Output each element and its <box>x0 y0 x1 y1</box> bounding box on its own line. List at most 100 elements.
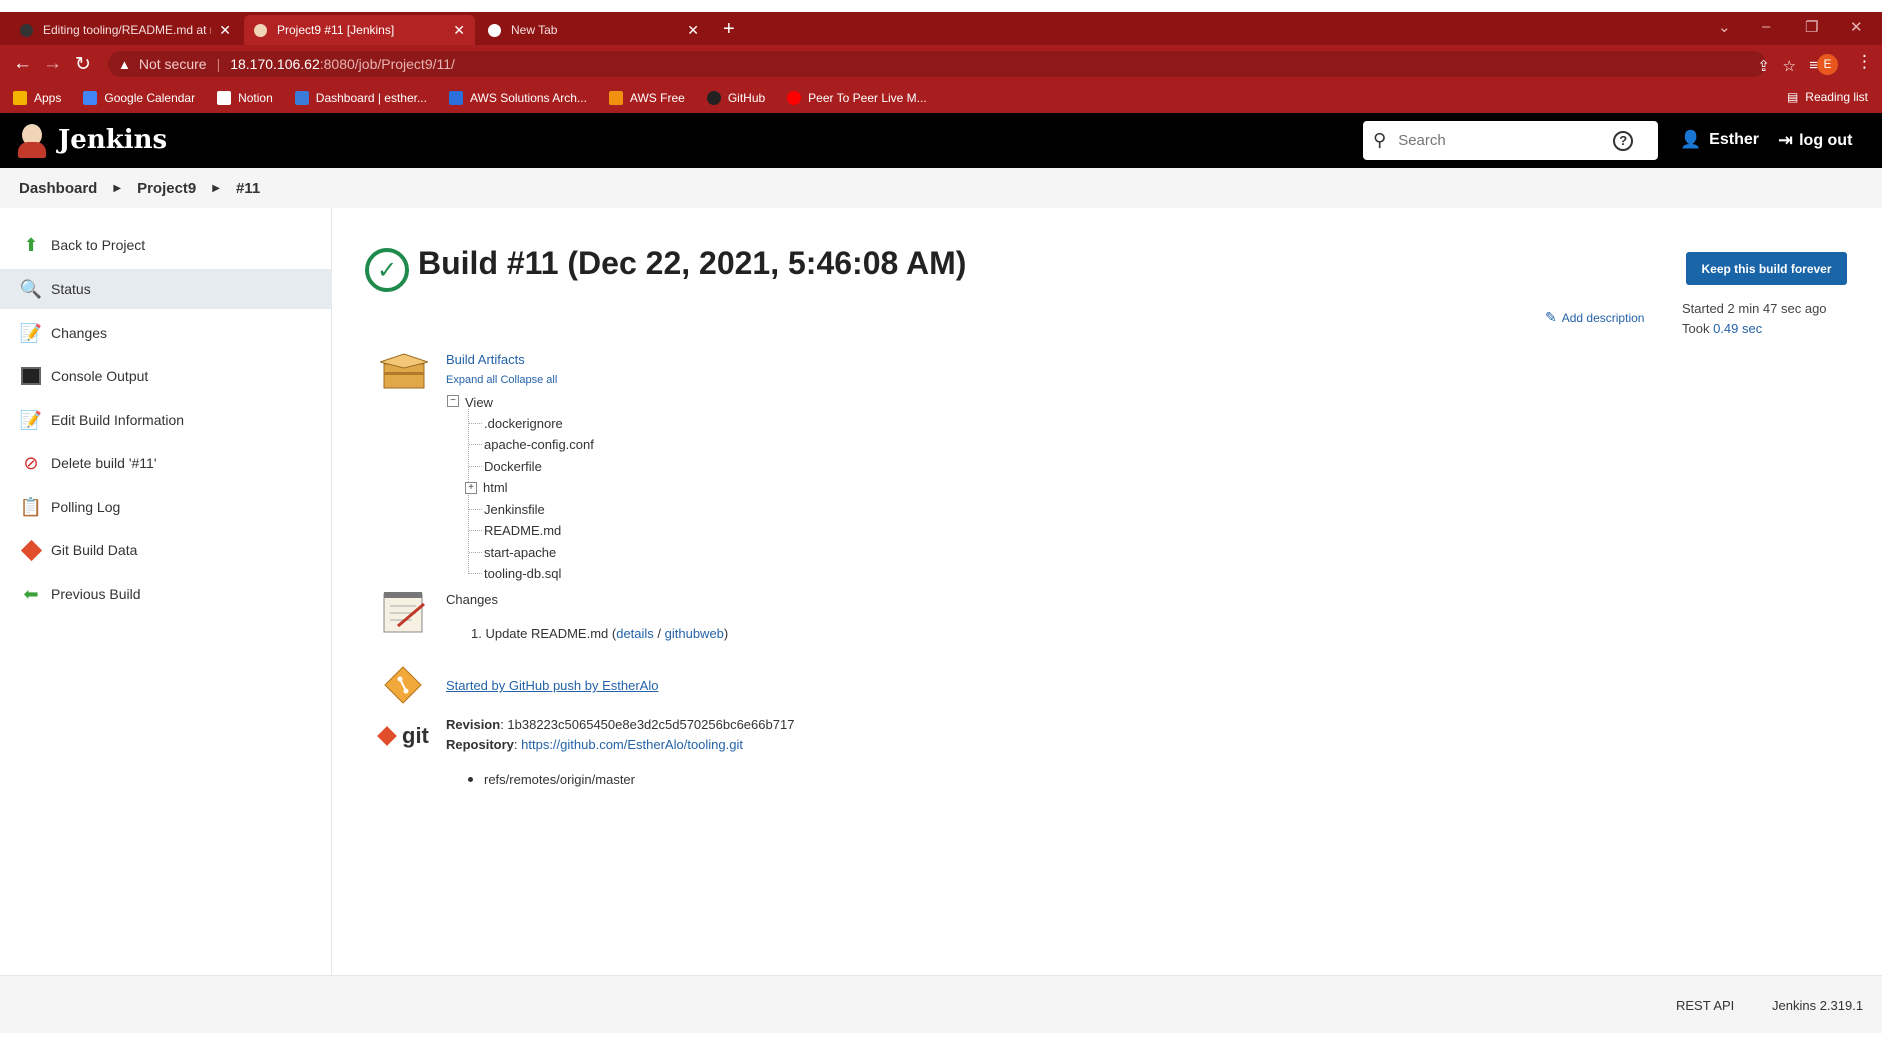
tab-title: Project9 #11 [Jenkins] <box>277 23 395 37</box>
search-box: ⚲ ? <box>1363 121 1658 160</box>
keep-build-forever-button[interactable]: Keep this build forever <box>1686 252 1847 285</box>
tab-title: New Tab <box>511 23 558 37</box>
githubweb-link[interactable]: githubweb <box>665 626 724 641</box>
url-path: :8080/job/Project9/11/ <box>319 56 455 72</box>
tree-root-view[interactable]: View <box>465 395 493 410</box>
profile-avatar[interactable]: E <box>1817 54 1838 75</box>
bookmark-dashboard[interactable]: Dashboard | esther... <box>294 91 427 105</box>
pencil-icon: ✎ <box>1545 309 1557 325</box>
close-icon[interactable]: ✕ <box>687 22 699 39</box>
bookmark-label: Google Calendar <box>104 91 196 105</box>
bookmark-label: Dashboard | esther... <box>315 91 427 105</box>
user-icon: 👤 <box>1680 130 1702 149</box>
close-icon[interactable]: ✕ <box>453 22 465 39</box>
artifact-folder[interactable]: html <box>483 480 508 495</box>
artifact-file[interactable]: tooling-db.sql <box>469 566 561 581</box>
close-icon[interactable]: ✕ <box>219 22 231 39</box>
left-arrow-icon: ⬅ <box>23 583 39 604</box>
sidebar-item-changes[interactable]: 📝 Changes <box>0 313 332 353</box>
logout-icon: ⇥ <box>1778 130 1794 150</box>
share-icon[interactable]: ⇪ <box>1757 57 1770 75</box>
artifact-file[interactable]: Dockerfile <box>469 459 542 474</box>
started-by-link[interactable]: Started by GitHub push by EstherAlo <box>446 678 658 693</box>
took-prefix: Took <box>1682 321 1714 336</box>
breadcrumb: Dashboard ▶ Project9 ▶ #11 <box>0 168 1882 208</box>
terminal-icon <box>20 365 42 387</box>
aws-cube-icon <box>608 91 623 105</box>
tab-search-icon[interactable]: ⌄ <box>1718 18 1731 36</box>
details-link[interactable]: details <box>616 626 654 641</box>
build-artifacts-link[interactable]: Build Artifacts <box>446 352 525 367</box>
new-tab-icon[interactable]: + <box>723 18 735 41</box>
artifact-file[interactable]: apache-config.conf <box>469 437 594 452</box>
change-entry: 1. Update README.md (details / githubweb… <box>471 626 728 641</box>
collapse-tree-icon[interactable]: − <box>447 395 459 407</box>
restore-icon[interactable]: ❐ <box>1805 18 1818 36</box>
bookmark-google-calendar[interactable]: Google Calendar <box>83 91 195 105</box>
logout-label: log out <box>1799 131 1853 149</box>
rest-api-link[interactable]: REST API <box>1676 998 1734 1013</box>
sidebar-item-git-build-data[interactable]: Git Build Data <box>0 530 332 570</box>
logout-link[interactable]: ⇥ log out <box>1778 130 1852 151</box>
sidebar-item-back-to-project[interactable]: ⬆ Back to Project <box>0 225 332 265</box>
tab-new-tab[interactable]: New Tab ✕ <box>478 15 709 45</box>
breadcrumb-build-11[interactable]: #11 <box>236 180 260 197</box>
reading-list-label: Reading list <box>1805 90 1868 104</box>
artifact-file[interactable]: Jenkinsfile <box>469 502 545 517</box>
sidebar-item-label: Polling Log <box>51 499 121 515</box>
bookmark-github[interactable]: GitHub <box>706 91 765 105</box>
breadcrumb-dashboard[interactable]: Dashboard <box>19 180 97 197</box>
duration-link[interactable]: 0.49 sec <box>1713 321 1762 336</box>
tab-project9[interactable]: Project9 #11 [Jenkins] ✕ <box>244 15 475 45</box>
bookmark-aws-free[interactable]: AWS Free <box>608 91 685 105</box>
bookmark-peer-to-peer[interactable]: Peer To Peer Live M... <box>787 91 927 105</box>
add-description-link[interactable]: ✎ Add description <box>1545 309 1644 326</box>
sidebar-item-polling-log[interactable]: 📋 Polling Log <box>0 487 332 527</box>
git-cause-icon <box>384 666 422 704</box>
bookmark-label: AWS Free <box>629 91 685 105</box>
notion-icon <box>217 91 232 105</box>
jenkins-header: Jenkins ⚲ ? 👤 Esther ⇥ log out <box>0 113 1882 168</box>
bookmark-notion[interactable]: Notion <box>217 91 273 105</box>
back-arrow-icon[interactable]: ← <box>13 53 32 75</box>
bookmark-aws-solutions[interactable]: AWS Solutions Arch... <box>448 91 587 105</box>
forward-arrow-icon[interactable]: → <box>43 53 62 75</box>
sidebar-item-previous-build[interactable]: ⬅ Previous Build <box>0 574 332 614</box>
help-icon[interactable]: ? <box>1613 130 1634 151</box>
bookmark-label: Apps <box>34 91 62 105</box>
reload-icon[interactable]: ↻ <box>75 53 91 76</box>
star-icon[interactable]: ☆ <box>1783 57 1796 75</box>
reading-list[interactable]: ▤ Reading list <box>1787 90 1868 104</box>
search-input[interactable] <box>1398 132 1614 149</box>
address-bar[interactable]: ▲ Not secure | 18.170.106.62 :8080/job/P… <box>108 51 1766 77</box>
bookmark-apps[interactable]: Apps <box>13 91 61 105</box>
user-link[interactable]: 👤 Esther <box>1680 130 1759 150</box>
close-window-icon[interactable]: ✕ <box>1850 18 1863 36</box>
jenkins-logo[interactable]: Jenkins <box>18 122 167 158</box>
notepad-icon: 📝 <box>19 322 43 343</box>
sidebar-item-edit-build-information[interactable]: 📝 Edit Build Information <box>0 400 332 440</box>
minimize-icon[interactable]: – <box>1762 18 1770 35</box>
sidebar-item-status[interactable]: 🔍 Status <box>0 269 332 309</box>
artifact-file[interactable]: .dockerignore <box>469 416 563 431</box>
change-suffix: ) <box>723 626 729 641</box>
sidebar-item-console-output[interactable]: Console Output <box>0 356 332 396</box>
repository-link[interactable]: https://github.com/EstherAlo/tooling.git <box>521 737 743 752</box>
breadcrumb-project9[interactable]: Project9 <box>137 180 196 197</box>
sidebar-item-label: Delete build '#11' <box>51 455 157 471</box>
bullet-icon <box>468 777 473 782</box>
notepad-icon: 📝 <box>19 409 43 430</box>
artifact-file[interactable]: README.md <box>469 523 561 538</box>
expand-all-link[interactable]: Expand all <box>446 374 497 386</box>
collapse-all-link[interactable]: Collapse all <box>500 374 557 386</box>
expand-folder-icon[interactable]: + <box>465 482 477 494</box>
more-menu-icon[interactable]: ⋮ <box>1856 52 1873 72</box>
artifact-file[interactable]: start-apache <box>469 545 556 560</box>
breadcrumb-arrow-icon[interactable]: ▶ <box>212 183 220 194</box>
jenkins-version-link[interactable]: Jenkins 2.319.1 <box>1772 998 1863 1013</box>
breadcrumb-arrow-icon[interactable]: ▶ <box>113 183 121 194</box>
logo-text: Jenkins <box>58 125 168 155</box>
tab-editing-readme[interactable]: Editing tooling/README.md at m ✕ <box>10 15 241 45</box>
user-name: Esther <box>1709 131 1759 148</box>
sidebar-item-delete-build[interactable]: ⊘ Delete build '#11' <box>0 443 332 483</box>
